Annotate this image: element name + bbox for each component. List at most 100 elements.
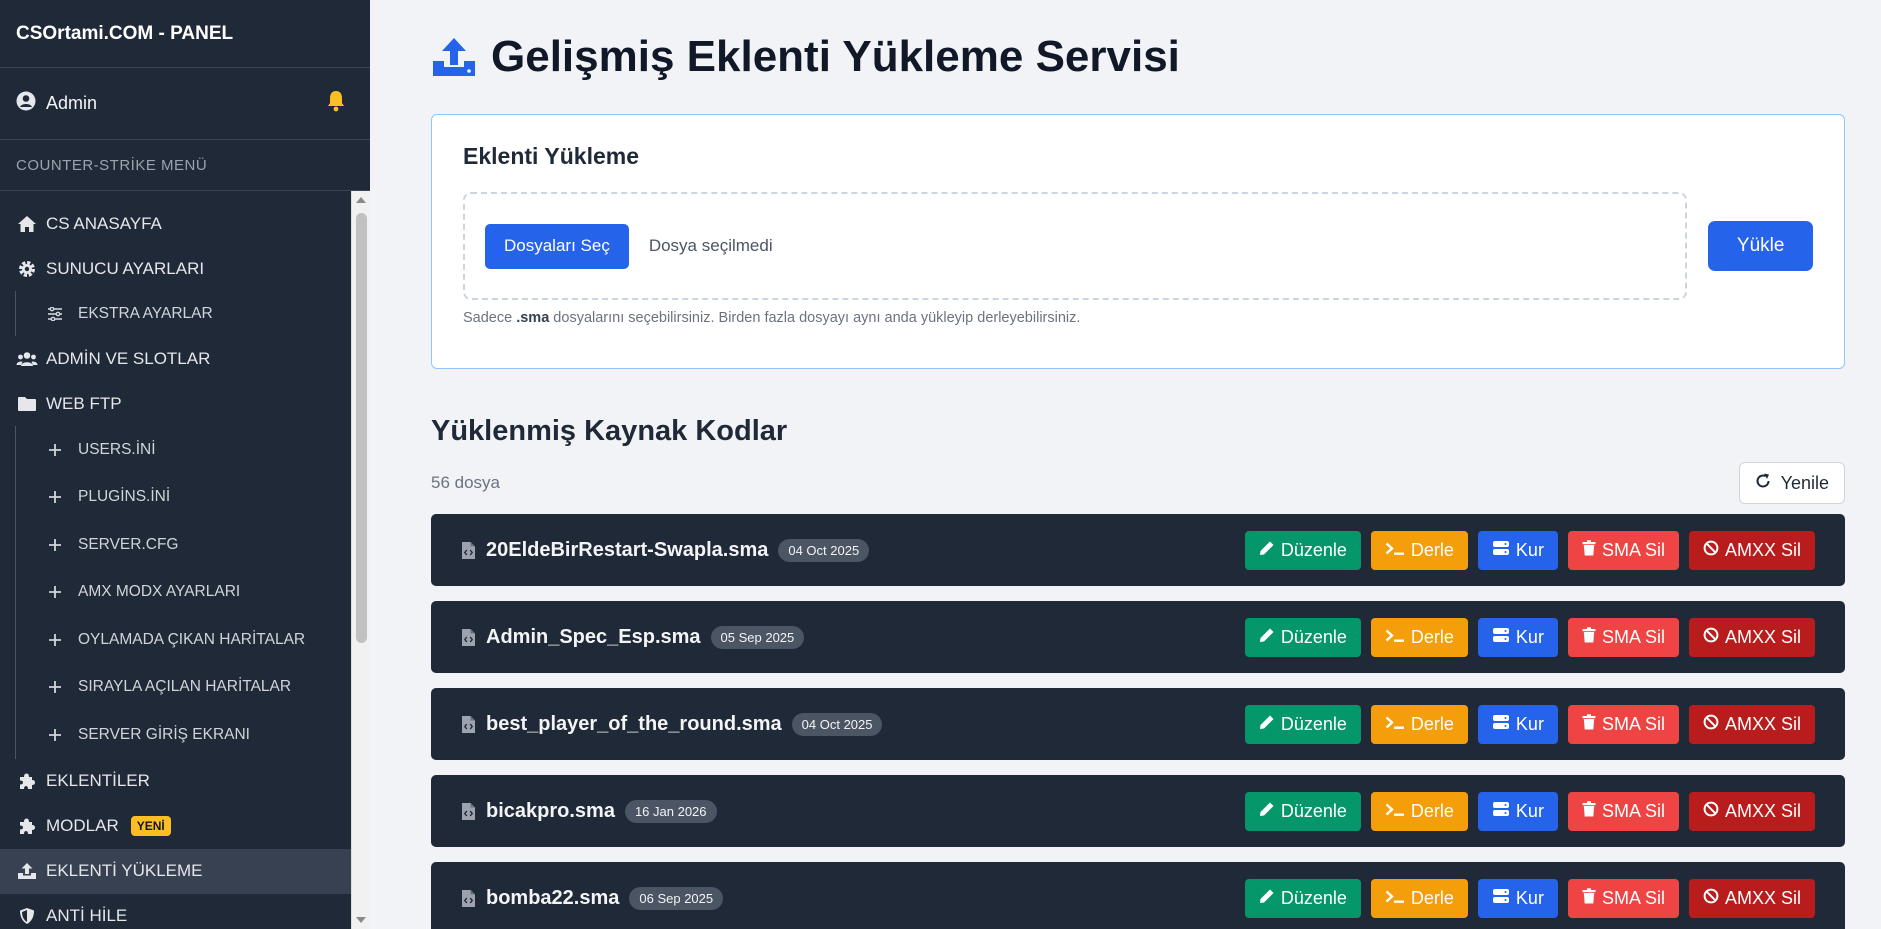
puzzle-icon — [16, 770, 38, 792]
terminal-icon — [1385, 627, 1405, 648]
sidebar-item-cs-anasayfa[interactable]: CS ANASAYFA — [0, 201, 351, 246]
delete-amxx-button[interactable]: AMXX Sil — [1688, 617, 1815, 657]
file-date-badge: 04 Oct 2025 — [778, 538, 870, 562]
edit-label: Düzenle — [1280, 887, 1347, 908]
trash-icon — [1582, 626, 1596, 648]
scroll-up-arrow-icon[interactable] — [356, 197, 366, 203]
user-name[interactable]: Admin — [46, 93, 326, 114]
file-dropzone[interactable]: Dosyaları Seç Dosya seçilmedi — [463, 192, 1688, 300]
sidebar-item-server-giris-ekrani[interactable]: SERVER GİRİŞ EKRANI — [16, 711, 351, 759]
sidebar-item-oylamada-cikan-haritalar[interactable]: OYLAMADA ÇIKAN HARİTALAR — [16, 616, 351, 664]
delete-amxx-button[interactable]: AMXX Sil — [1688, 878, 1815, 918]
sidebar-item-eklentiler[interactable]: EKLENTİLER — [0, 759, 351, 804]
delete-amxx-label: AMXX Sil — [1724, 539, 1801, 560]
edit-button[interactable]: Düzenle — [1244, 704, 1361, 744]
delete-sma-button[interactable]: SMA Sil — [1567, 791, 1679, 831]
file-date-badge: 16 Jan 2026 — [624, 799, 717, 823]
server-icon — [1492, 801, 1510, 822]
sidebar-item-sirayla-acilan-haritalar[interactable]: SIRAYLA AÇILAN HARİTALAR — [16, 664, 351, 712]
code-file-icon — [461, 541, 476, 560]
file-name[interactable]: Admin_Spec_Esp.sma — [486, 626, 701, 649]
delete-amxx-button[interactable]: AMXX Sil — [1688, 791, 1815, 831]
install-button[interactable]: Kur — [1477, 530, 1558, 570]
sidebar-item-label: ANTİ HİLE — [46, 906, 128, 925]
sidebar-item-web-ftp[interactable]: WEB FTP — [0, 381, 351, 426]
install-label: Kur — [1515, 539, 1544, 560]
brand-title[interactable]: CSOrtami.COM - PANEL — [0, 0, 370, 68]
server-icon — [1492, 888, 1510, 909]
edit-button[interactable]: Düzenle — [1244, 878, 1361, 918]
code-file-icon — [461, 628, 476, 647]
compile-button[interactable]: Derle — [1370, 617, 1468, 657]
edit-button[interactable]: Düzenle — [1244, 617, 1361, 657]
sidebar-item-admin-ve-slotlar[interactable]: ADMİN VE SLOTLAR — [0, 336, 351, 381]
install-button[interactable]: Kur — [1477, 617, 1558, 657]
edit-button[interactable]: Düzenle — [1244, 791, 1361, 831]
compile-label: Derle — [1410, 713, 1454, 734]
file-name[interactable]: bomba22.sma — [486, 887, 619, 910]
file-count: 56 dosya — [431, 473, 500, 492]
choose-files-button[interactable]: Dosyaları Seç — [485, 223, 629, 269]
delete-amxx-label: AMXX Sil — [1724, 800, 1801, 821]
refresh-button[interactable]: Yenile — [1738, 462, 1845, 504]
file-actions: Düzenle Derle Kur SMA Sil AMXX Sil — [1244, 704, 1815, 744]
ban-icon — [1703, 714, 1719, 735]
sidebar-item-server-cfg[interactable]: SERVER.CFG — [16, 521, 351, 569]
compile-button[interactable]: Derle — [1370, 791, 1468, 831]
plus-icon — [46, 443, 64, 457]
delete-sma-button[interactable]: SMA Sil — [1567, 530, 1679, 570]
compile-label: Derle — [1410, 626, 1454, 647]
upload-hint: Sadece .sma dosyalarını seçebilirsiniz. … — [463, 310, 1813, 326]
bell-icon[interactable] — [326, 90, 346, 117]
scroll-down-arrow-icon[interactable] — [356, 917, 366, 923]
pencil-icon — [1259, 888, 1275, 909]
upload-button[interactable]: Yükle — [1708, 221, 1813, 271]
scrollbar-thumb[interactable] — [356, 213, 367, 643]
edit-label: Düzenle — [1280, 713, 1347, 734]
sidebar-item-plugins-ini[interactable]: PLUGİNS.İNİ — [16, 474, 351, 522]
sidebar-item-label: OYLAMADA ÇIKAN HARİTALAR — [78, 630, 306, 648]
gear-icon — [16, 258, 38, 280]
sidebar-item-label: MODLAR — [46, 816, 119, 835]
code-file-icon — [461, 715, 476, 734]
sidebar-item-label: SERVER.CFG — [78, 535, 179, 553]
compile-button[interactable]: Derle — [1370, 878, 1468, 918]
delete-sma-label: SMA Sil — [1601, 626, 1665, 647]
file-name[interactable]: best_player_of_the_round.sma — [486, 713, 782, 736]
file-row: Admin_Spec_Esp.sma 05 Sep 2025 Düzenle D… — [431, 601, 1845, 673]
sidebar: CSOrtami.COM - PANEL Admin COUNTER-STRİK… — [0, 0, 370, 929]
sidebar-item-users-ini[interactable]: USERS.İNİ — [16, 426, 351, 474]
file-actions: Düzenle Derle Kur SMA Sil AMXX Sil — [1244, 878, 1815, 918]
sidebar-scrollbar[interactable] — [351, 191, 370, 929]
edit-button[interactable]: Düzenle — [1244, 530, 1361, 570]
pencil-icon — [1259, 801, 1275, 822]
sidebar-subgroup-sunucu: EKSTRA AYARLAR — [15, 291, 351, 336]
install-label: Kur — [1515, 626, 1544, 647]
delete-amxx-button[interactable]: AMXX Sil — [1688, 530, 1815, 570]
delete-sma-button[interactable]: SMA Sil — [1567, 617, 1679, 657]
sidebar-item-amx-modx-ayarlari[interactable]: AMX MODX AYARLARI — [16, 569, 351, 617]
install-button[interactable]: Kur — [1477, 878, 1558, 918]
sidebar-item-anti-hile[interactable]: ANTİ HİLE — [0, 894, 351, 929]
ban-icon — [1703, 540, 1719, 561]
delete-sma-button[interactable]: SMA Sil — [1567, 704, 1679, 744]
upload-card-heading: Eklenti Yükleme — [463, 143, 639, 169]
sidebar-section-title: COUNTER-STRİKE MENÜ — [0, 140, 370, 191]
file-name[interactable]: 20EldeBirRestart-Swapla.sma — [486, 539, 768, 562]
new-badge: YENİ — [130, 816, 171, 836]
terminal-icon — [1385, 714, 1405, 735]
compile-button[interactable]: Derle — [1370, 530, 1468, 570]
delete-sma-button[interactable]: SMA Sil — [1567, 878, 1679, 918]
install-button[interactable]: Kur — [1477, 791, 1558, 831]
compile-button[interactable]: Derle — [1370, 704, 1468, 744]
sidebar-item-modlar[interactable]: MODLAR YENİ — [0, 804, 351, 849]
sidebar-item-eklenti-yukleme[interactable]: EKLENTİ YÜKLEME — [0, 848, 351, 894]
sidebar-item-sunucu-ayarlari[interactable]: SUNUCU AYARLARI — [0, 246, 351, 291]
sidebar-item-ekstra-ayarlar[interactable]: EKSTRA AYARLAR — [16, 291, 351, 336]
file-name[interactable]: bicakpro.sma — [486, 800, 615, 823]
delete-sma-label: SMA Sil — [1601, 800, 1665, 821]
install-button[interactable]: Kur — [1477, 704, 1558, 744]
delete-amxx-button[interactable]: AMXX Sil — [1688, 704, 1815, 744]
trash-icon — [1582, 887, 1596, 909]
folder-icon — [16, 393, 38, 415]
